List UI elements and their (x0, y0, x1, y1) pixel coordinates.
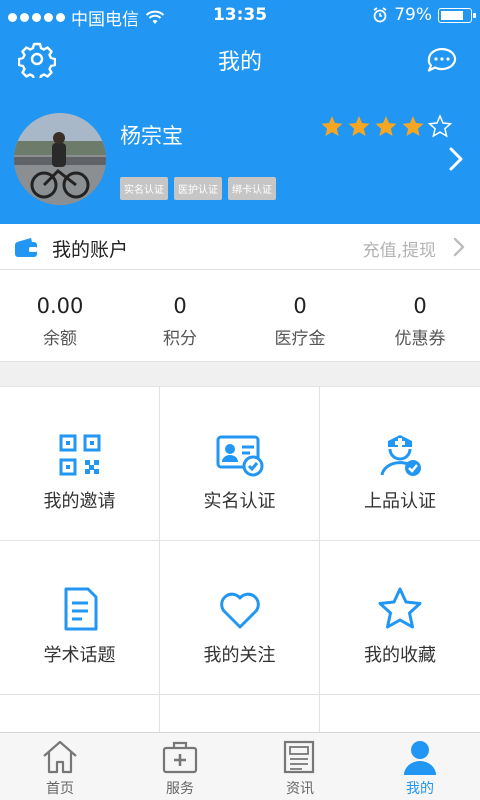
user-name: 杨宗宝 (120, 124, 183, 148)
stat-coupons[interactable]: 0 优惠券 (360, 270, 480, 361)
heart-icon (219, 592, 260, 629)
stat-label: 积分 (163, 329, 197, 349)
stat-points[interactable]: 0 积分 (120, 270, 240, 361)
menu-item-placeholder (160, 695, 320, 735)
menu-label: 我的邀请 (43, 491, 116, 512)
star-filled-icon (348, 116, 370, 136)
menu-label: 上品认证 (364, 491, 436, 512)
profile-card[interactable]: 杨宗宝 实名认证 医护认证 绑卡认证 (0, 90, 480, 224)
menu-item-quality-verification[interactable]: 上品认证 (320, 387, 480, 541)
avatar-photo (14, 113, 106, 205)
battery-icon (438, 7, 476, 23)
menu-item-invitations[interactable]: 我的邀请 (0, 387, 160, 541)
tab-label: 我的 (406, 781, 434, 797)
stat-label: 医疗金 (274, 329, 326, 349)
status-bar: 中国电信 13:35 79% (0, 0, 480, 30)
menu-item-placeholder (0, 695, 160, 735)
chevron-right-icon[interactable] (452, 236, 466, 258)
menu-item-real-name-verification[interactable]: 实名认证 (160, 387, 320, 541)
star-filled-icon (402, 116, 424, 136)
stat-value: 0 (413, 294, 427, 318)
tab-me[interactable]: 我的 (360, 733, 480, 800)
menu-item-placeholder (320, 695, 480, 735)
star-filled-icon (321, 116, 343, 136)
stat-value: 0 (293, 294, 307, 318)
badge-real-name: 实名认证 (120, 177, 168, 200)
star-empty-icon (428, 114, 452, 138)
page-title: 我的 (217, 50, 262, 75)
nurse-icon (380, 435, 421, 476)
stat-value: 0 (173, 294, 187, 318)
stat-label: 余额 (43, 329, 77, 349)
star-filled-icon (375, 116, 397, 136)
stat-medical-funds[interactable]: 0 医疗金 (240, 270, 360, 361)
battery-percent: 79% (394, 5, 432, 25)
menu-item-following[interactable]: 我的关注 (160, 541, 320, 695)
account-row[interactable]: 我的账户 充值,提现 (0, 224, 480, 270)
stat-label: 优惠券 (394, 329, 446, 349)
medical-kit-icon (162, 741, 198, 774)
message-icon[interactable] (424, 42, 460, 78)
document-icon (64, 587, 97, 631)
tab-news[interactable]: 资讯 (240, 733, 360, 800)
tab-label: 首页 (46, 781, 74, 797)
wallet-icon (15, 238, 37, 257)
menu-grid: 我的邀请 实名认证 上品认证 学术话题 我的关注 我的收藏 (0, 386, 480, 735)
user-icon (404, 741, 436, 775)
tab-home[interactable]: 首页 (0, 733, 120, 800)
badge-card: 绑卡认证 (228, 177, 276, 200)
recharge-withdraw-link[interactable]: 充值,提现 (363, 236, 436, 261)
chevron-right-icon[interactable] (448, 146, 464, 172)
menu-label: 我的收藏 (364, 645, 436, 666)
menu-label: 学术话题 (43, 645, 116, 666)
home-icon (43, 740, 77, 774)
id-card-icon (216, 435, 263, 477)
menu-item-academic-topics[interactable]: 学术话题 (0, 541, 160, 695)
account-label: 我的账户 (52, 239, 129, 261)
news-icon (283, 740, 315, 774)
verification-badges: 实名认证 医护认证 绑卡认证 (120, 177, 276, 200)
avatar[interactable] (14, 113, 106, 205)
stat-balance[interactable]: 0.00 余额 (0, 270, 120, 361)
nav-bar: 我的 (0, 30, 480, 90)
tab-label: 资讯 (286, 781, 314, 797)
menu-item-favorites[interactable]: 我的收藏 (320, 541, 480, 695)
badge-medical: 医护认证 (174, 177, 222, 200)
rating-stars (320, 114, 452, 138)
tab-label: 服务 (166, 781, 194, 797)
alarm-clock-icon (373, 7, 387, 23)
tab-bar: 首页 服务 资讯 我的 (0, 732, 480, 800)
tab-services[interactable]: 服务 (120, 733, 240, 800)
menu-label: 我的关注 (203, 645, 276, 666)
stat-value: 0.00 (36, 294, 84, 318)
menu-label: 实名认证 (203, 491, 276, 512)
star-icon (378, 587, 422, 629)
account-stats: 0.00 余额 0 积分 0 医疗金 0 优惠券 (0, 270, 480, 362)
qr-code-icon (59, 434, 100, 476)
